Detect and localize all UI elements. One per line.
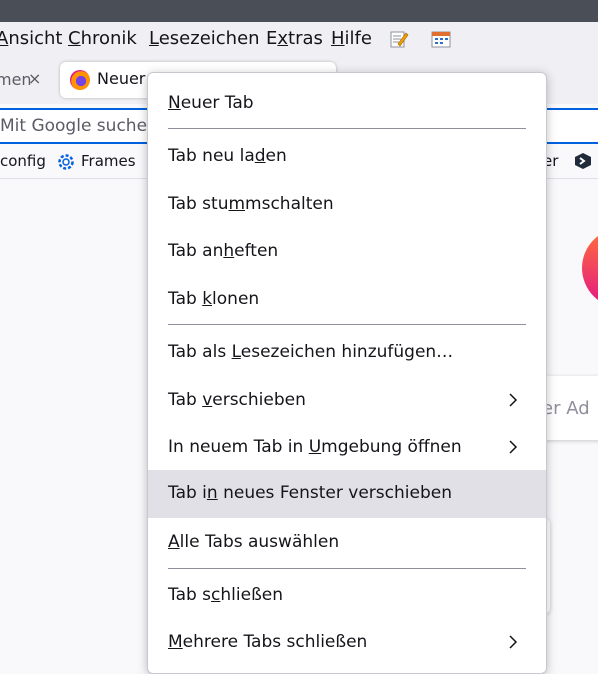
menu-separator bbox=[168, 128, 526, 129]
notepad-icon[interactable] bbox=[389, 29, 409, 49]
menu-history[interactable]: Chronik bbox=[68, 27, 137, 51]
menuitem-select-all-tabs[interactable]: Alle Tabs auswählen bbox=[148, 519, 546, 567]
chevron-right-icon bbox=[509, 635, 518, 649]
calendar-icon[interactable] bbox=[431, 29, 451, 49]
bookmark-config[interactable]: config bbox=[0, 152, 46, 170]
chevron-right-icon bbox=[509, 440, 518, 454]
tab-close-icon[interactable]: × bbox=[28, 69, 41, 88]
menuitem-close-multiple-tabs[interactable]: Mehrere Tabs schließen bbox=[148, 619, 546, 667]
menu-bar: Ansicht Chronik Lesezeichen Extras Hilfe bbox=[0, 22, 598, 56]
menu-bookmarks[interactable]: Lesezeichen bbox=[149, 27, 260, 51]
menuitem-move-to-new-window[interactable]: Tab in neues Fenster verschieben bbox=[148, 470, 546, 518]
menu-separator bbox=[168, 568, 526, 569]
page-search-placeholder: er Ad bbox=[542, 398, 590, 419]
tab-context-menu: Neuer Tab Tab neu laden Tab stummschalte… bbox=[147, 72, 547, 674]
menuitem-mute-tab[interactable]: Tab stummschalten bbox=[148, 181, 546, 229]
url-bar-placeholder: Mit Google suche bbox=[0, 116, 148, 136]
menuitem-close-tab[interactable]: Tab schließen bbox=[148, 572, 546, 620]
menuitem-new-tab[interactable]: Neuer Tab bbox=[148, 80, 546, 128]
menu-tools[interactable]: Extras bbox=[266, 27, 323, 51]
menu-separator bbox=[168, 324, 526, 325]
window-titlebar bbox=[0, 0, 598, 22]
menuitem-reload-tab[interactable]: Tab neu laden bbox=[148, 133, 546, 181]
chevron-right-icon bbox=[509, 393, 518, 407]
menuitem-bookmark-tab[interactable]: Tab als Lesezeichen hinzufügen… bbox=[148, 329, 546, 377]
bookmark-frames[interactable]: Frames bbox=[81, 152, 136, 170]
menu-view[interactable]: Ansicht bbox=[0, 27, 62, 51]
menuitem-pin-tab[interactable]: Tab anheften bbox=[148, 228, 546, 276]
menuitem-open-in-container[interactable]: In neuem Tab in Umgebung öffnen bbox=[148, 424, 546, 472]
bookmark-app-icon[interactable] bbox=[574, 152, 592, 170]
tab-previous-label[interactable]: men bbox=[0, 70, 32, 89]
menuitem-move-tab[interactable]: Tab verschieben bbox=[148, 377, 546, 425]
menu-help[interactable]: Hilfe bbox=[331, 27, 372, 51]
gear-icon bbox=[58, 154, 74, 170]
tab-active-title: Neuer bbox=[97, 69, 146, 88]
firefox-icon bbox=[70, 70, 90, 90]
menuitem-duplicate-tab[interactable]: Tab klonen bbox=[148, 276, 546, 324]
